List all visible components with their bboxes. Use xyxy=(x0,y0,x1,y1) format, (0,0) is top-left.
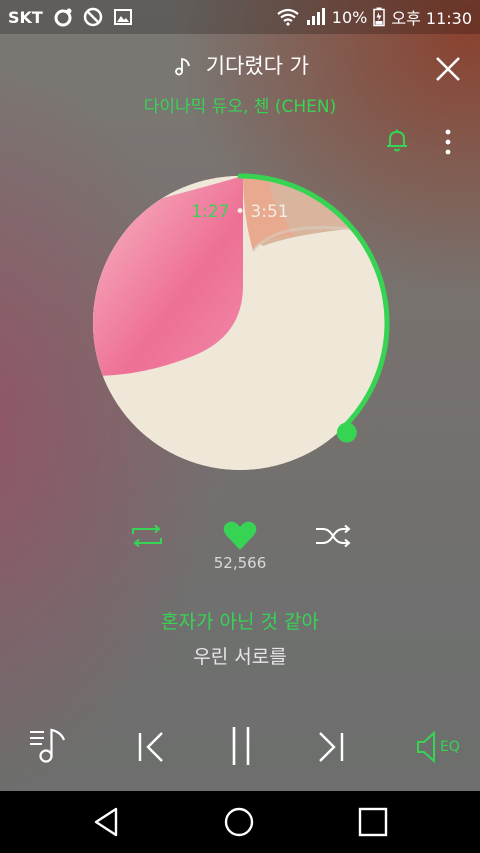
bell-icon[interactable] xyxy=(384,128,410,154)
home-icon[interactable] xyxy=(223,806,255,838)
track-title: 기다렸다 가 xyxy=(205,54,309,78)
equalizer-label: EQ xyxy=(440,739,460,755)
clock: 오후 11:30 xyxy=(391,9,472,28)
track-artist[interactable]: 다이나믹 듀오, 첸 (CHEN) xyxy=(0,92,480,117)
shuffle-icon[interactable] xyxy=(314,524,352,548)
back-icon[interactable] xyxy=(92,806,120,838)
signal-icon xyxy=(306,8,325,25)
wifi-icon xyxy=(277,8,299,26)
track-title-row: 기다렸다 가 xyxy=(0,50,480,80)
lyric-current-line[interactable]: 혼자가 아닌 것 같아 xyxy=(0,607,480,634)
current-time: 1:27 xyxy=(191,202,230,222)
gallery-icon xyxy=(113,9,132,25)
status-bar: SKT 10% 오후 11:30 xyxy=(0,0,480,34)
playback-time: 1:27 • 3:51 xyxy=(0,202,480,222)
playlist-icon[interactable] xyxy=(28,726,68,766)
more-vertical-icon[interactable] xyxy=(438,128,458,156)
recent-apps-icon[interactable] xyxy=(358,807,388,837)
like-count: 52,566 xyxy=(213,554,267,572)
time-separator: • xyxy=(234,202,246,222)
heart-icon[interactable] xyxy=(222,520,258,552)
close-icon[interactable] xyxy=(433,54,463,84)
battery-percent: 10% xyxy=(331,7,368,27)
previous-track-icon[interactable] xyxy=(136,730,168,764)
repeat-icon[interactable] xyxy=(129,524,165,548)
next-track-icon[interactable] xyxy=(314,730,346,764)
equalizer-speaker-icon xyxy=(417,730,435,764)
equalizer-button[interactable]: EQ xyxy=(414,730,460,764)
app-notification-icon xyxy=(54,8,72,27)
carrier-label: SKT xyxy=(8,7,43,27)
battery-icon xyxy=(373,7,386,27)
music-note-icon xyxy=(175,57,190,76)
system-navigation-bar xyxy=(0,791,480,853)
progress-knob[interactable] xyxy=(336,422,357,443)
total-time: 3:51 xyxy=(250,202,289,222)
pause-icon[interactable] xyxy=(228,724,254,768)
lyric-next-line[interactable]: 우린 서로를 xyxy=(0,642,480,669)
do-not-disturb-icon xyxy=(83,7,103,27)
